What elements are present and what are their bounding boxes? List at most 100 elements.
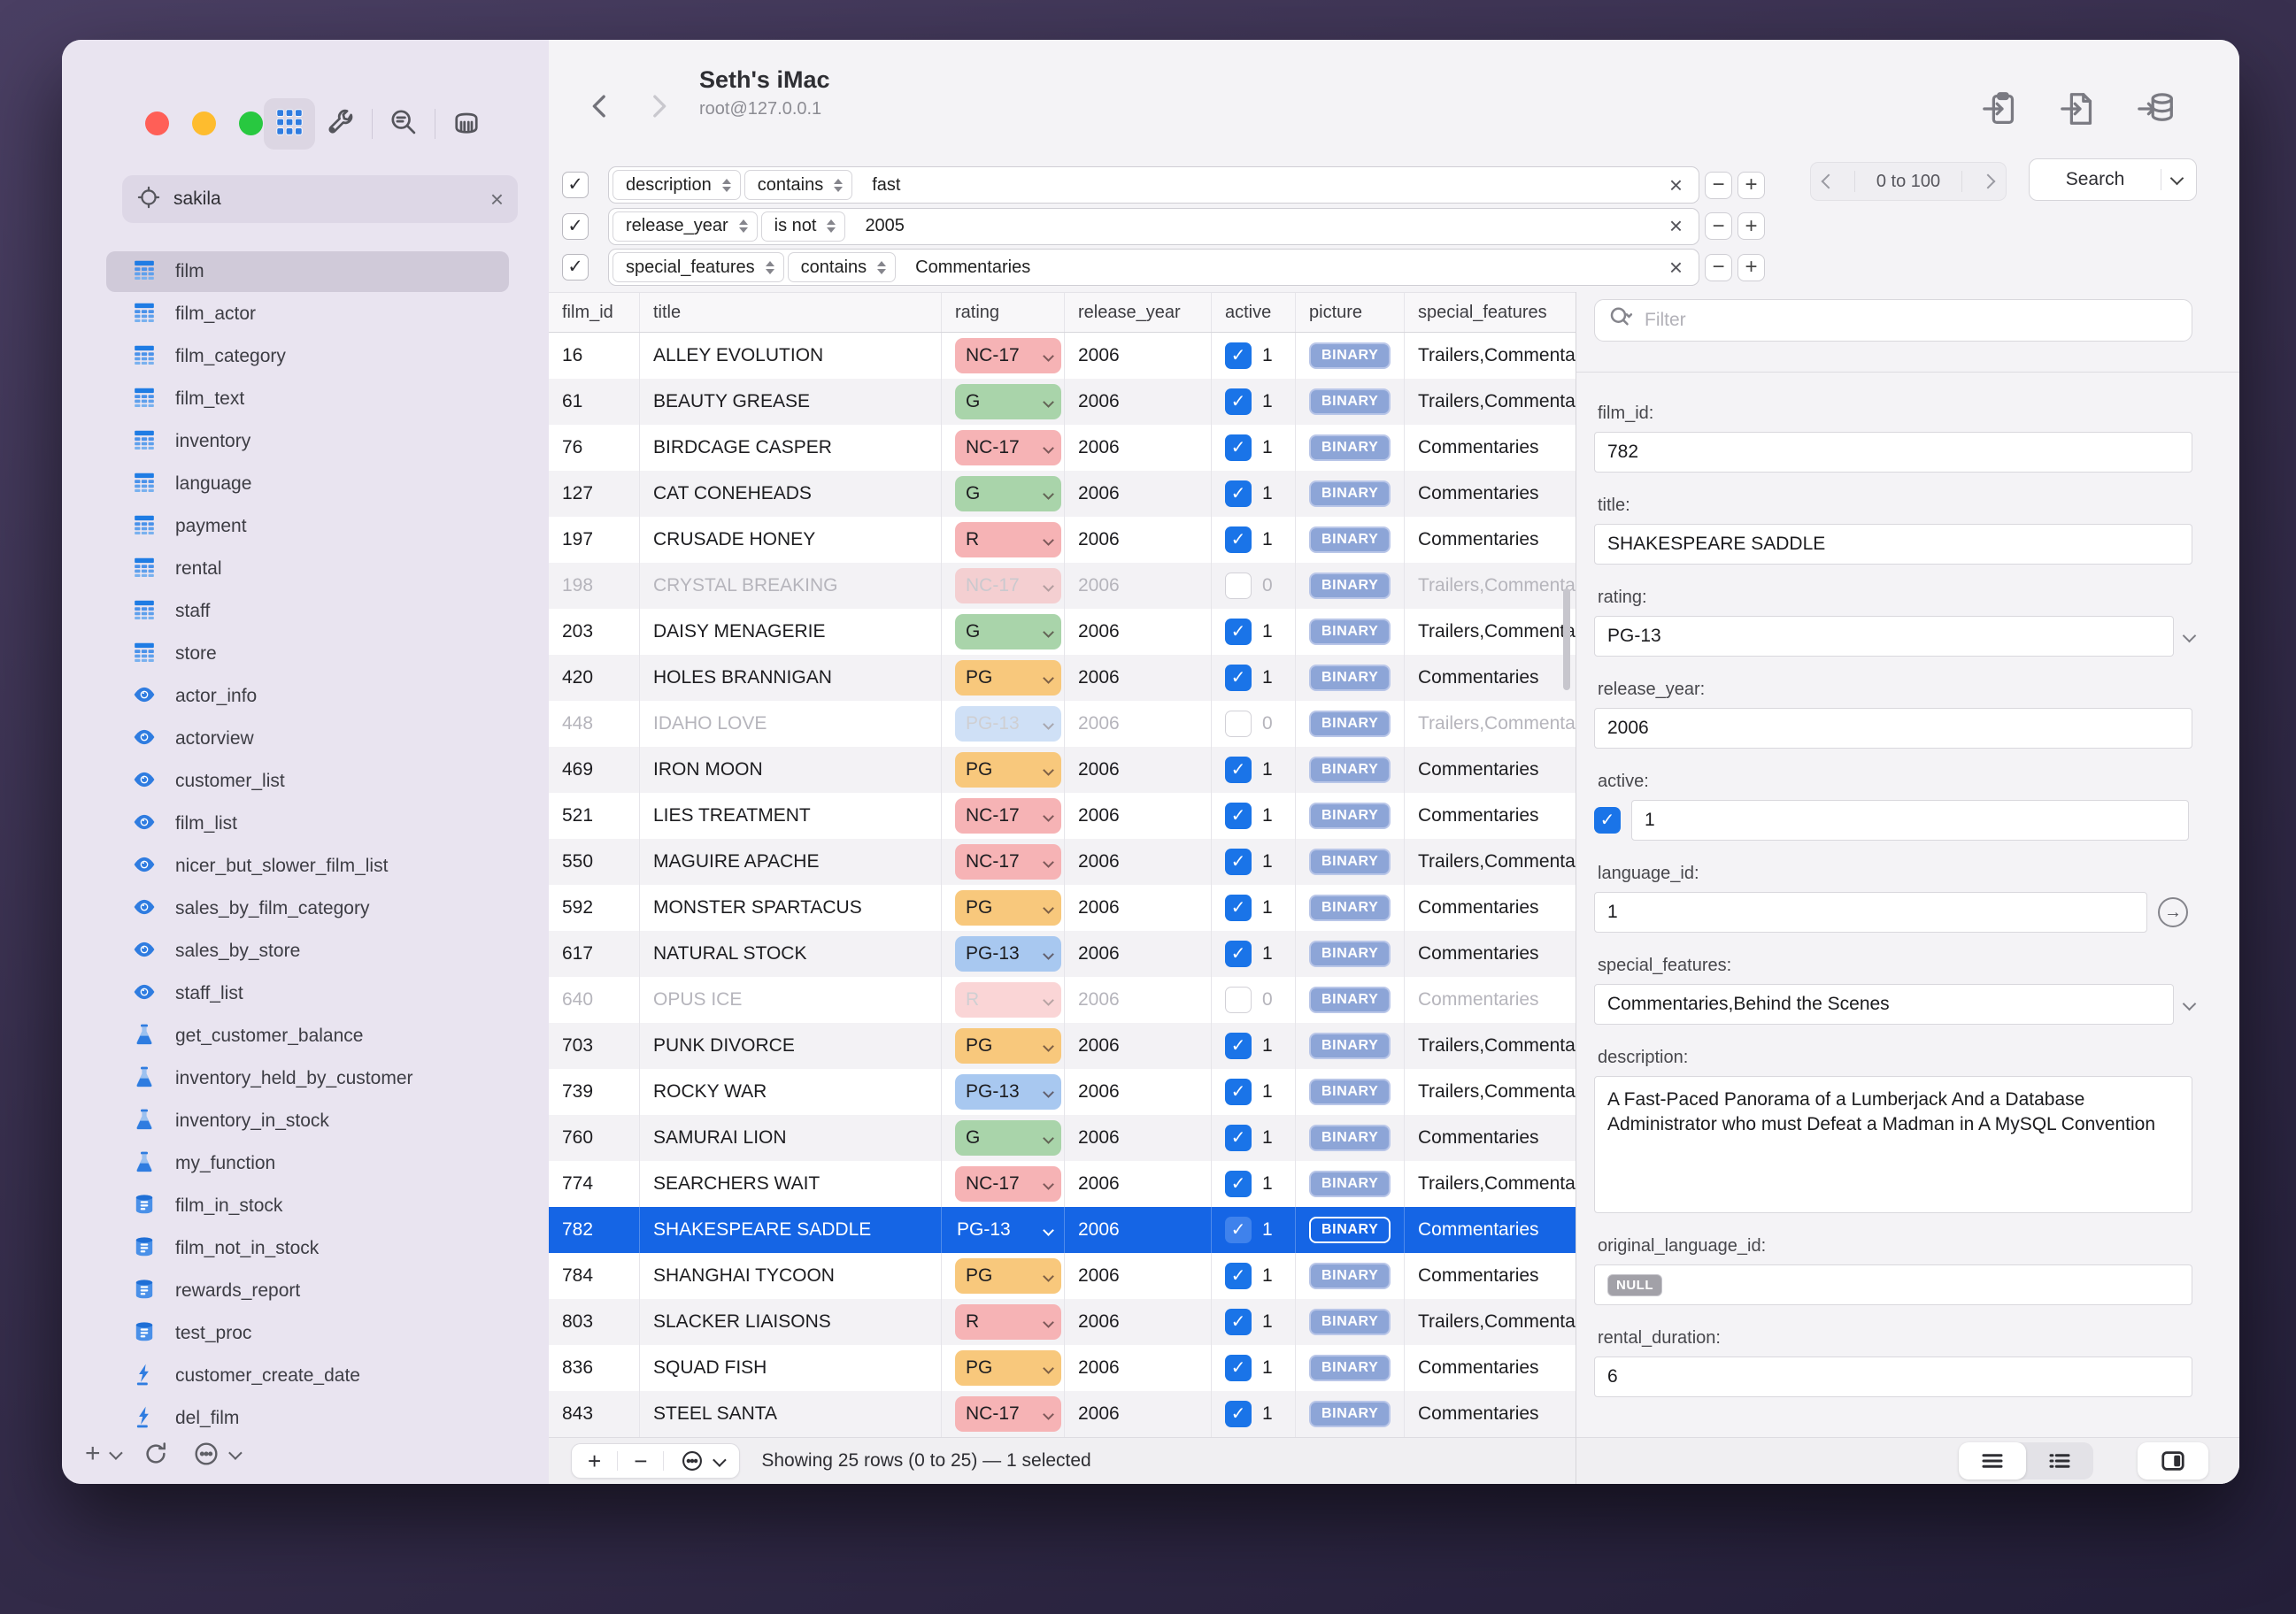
active-checkbox[interactable]: ✓ <box>1225 434 1252 461</box>
rating-dropdown[interactable]: PG-13 <box>955 706 1061 742</box>
active-checkbox[interactable]: ✓ <box>1225 388 1252 415</box>
field-input-description[interactable]: A Fast-Paced Panorama of a Lumberjack An… <box>1594 1076 2192 1213</box>
table-row[interactable]: 843 STEEL SANTA NC-17 2006 ✓ 1 BINARY Commentar… <box>549 1391 1576 1437</box>
field-input-rental-duration[interactable]: 6 <box>1594 1357 2192 1397</box>
add-object-button[interactable]: + <box>85 1439 123 1469</box>
rating-dropdown[interactable]: PG <box>955 890 1061 926</box>
rating-dropdown[interactable]: NC-17 <box>955 1396 1061 1432</box>
sidebar-item-film[interactable]: film <box>62 250 549 293</box>
field-input-original-language-id[interactable]: NULL <box>1594 1264 2192 1305</box>
active-checkbox[interactable]: ✓ <box>1225 1401 1252 1427</box>
table-row[interactable]: 16 ALLEY EVOLUTION NC-17 2006 ✓ 1 BINARY Traile… <box>549 333 1576 379</box>
sidebar-item-my_function[interactable]: my_function <box>62 1142 549 1185</box>
clear-search-icon[interactable]: × <box>490 186 504 213</box>
zoom-button[interactable] <box>239 111 263 135</box>
remove-filter-button[interactable]: − <box>1705 212 1732 240</box>
filter-operator-select[interactable]: contains <box>744 170 853 200</box>
search-mode-button[interactable]: Search <box>2029 158 2197 201</box>
sidebar-item-inventory_held_by_customer[interactable]: inventory_held_by_customer <box>62 1057 549 1100</box>
filter-value-input[interactable]: fast <box>872 175 1669 196</box>
sidebar-item-inventory[interactable]: inventory <box>62 420 549 463</box>
table-row[interactable]: 640 OPUS ICE R 2006 0 BINARY Commentaries <box>549 977 1576 1023</box>
active-checkbox[interactable]: ✓ <box>1225 526 1252 553</box>
sidebar-item-rewards_report[interactable]: rewards_report <box>62 1270 549 1312</box>
table-row[interactable]: 617 NATURAL STOCK PG-13 2006 ✓ 1 BINARY Comment… <box>549 931 1576 977</box>
sidebar-item-language[interactable]: language <box>62 463 549 505</box>
delete-row-button[interactable]: − <box>618 1448 663 1475</box>
filter-value-input[interactable]: Commentaries <box>915 257 1669 278</box>
sidebar-item-actor_info[interactable]: actor_info <box>62 675 549 718</box>
table-row[interactable]: 76 BIRDCAGE CASPER NC-17 2006 ✓ 1 BINARY Commen… <box>549 425 1576 471</box>
column-header-title[interactable]: title <box>640 293 942 332</box>
rating-dropdown[interactable]: NC-17 <box>955 844 1061 880</box>
active-checkbox[interactable]: ✓ <box>1225 1263 1252 1289</box>
refresh-button[interactable] <box>143 1441 169 1467</box>
active-checkbox[interactable]: ✓ <box>1225 665 1252 691</box>
rating-dropdown[interactable]: PG <box>955 1028 1061 1064</box>
table-row[interactable]: 127 CAT CONEHEADS G 2006 ✓ 1 BINARY Commentarie… <box>549 471 1576 517</box>
active-checkbox[interactable]: ✓ <box>1225 849 1252 875</box>
active-checkbox[interactable]: ✓ <box>1225 1309 1252 1335</box>
sidebar-item-staff_list[interactable]: staff_list <box>62 972 549 1015</box>
active-checkbox[interactable]: ✓ <box>1225 1079 1252 1105</box>
rating-dropdown[interactable]: R <box>955 522 1061 557</box>
filter-enabled-checkbox[interactable]: ✓ <box>562 172 589 198</box>
rating-dropdown[interactable]: NC-17 <box>955 1166 1061 1202</box>
rating-dropdown[interactable]: PG <box>955 1350 1061 1386</box>
table-row[interactable]: 521 LIES TREATMENT NC-17 2006 ✓ 1 BINARY Commen… <box>549 793 1576 839</box>
rating-dropdown[interactable]: NC-17 <box>955 430 1061 465</box>
sidebar-search-value[interactable]: sakila <box>173 188 490 210</box>
sidebar-item-sales_by_film_category[interactable]: sales_by_film_category <box>62 888 549 930</box>
table-row[interactable]: 803 SLACKER LIAISONS R 2006 ✓ 1 BINARY Trailers… <box>549 1299 1576 1345</box>
table-row[interactable]: 420 HOLES BRANNIGAN PG 2006 ✓ 1 BINARY Commenta… <box>549 655 1576 701</box>
sidebar-item-inventory_in_stock[interactable]: inventory_in_stock <box>62 1100 549 1142</box>
rating-dropdown[interactable]: R <box>955 1304 1061 1340</box>
column-header-picture[interactable]: picture <box>1296 293 1405 332</box>
rating-dropdown[interactable]: G <box>955 1120 1061 1156</box>
sidebar-item-film_not_in_stock[interactable]: film_not_in_stock <box>62 1227 549 1270</box>
sidebar-item-get_customer_balance[interactable]: get_customer_balance <box>62 1015 549 1057</box>
sidebar-item-film_text[interactable]: film_text <box>62 378 549 420</box>
table-row[interactable]: 760 SAMURAI LION G 2006 ✓ 1 BINARY Commentaries <box>549 1115 1576 1161</box>
sidebar-item-film_in_stock[interactable]: film_in_stock <box>62 1185 549 1227</box>
column-header-active[interactable]: active <box>1212 293 1296 332</box>
rating-dropdown[interactable]: G <box>955 476 1061 511</box>
table-row[interactable]: 703 PUNK DIVORCE PG 2006 ✓ 1 BINARY Trailers,Co… <box>549 1023 1576 1069</box>
sidebar-item-nicer_but_slower_film_list[interactable]: nicer_but_slower_film_list <box>62 845 549 888</box>
table-row[interactable]: 550 MAGUIRE APACHE NC-17 2006 ✓ 1 BINARY Traile… <box>549 839 1576 885</box>
minimize-button[interactable] <box>192 111 216 135</box>
filter-enabled-checkbox[interactable]: ✓ <box>562 212 589 240</box>
active-checkbox[interactable] <box>1225 987 1252 1013</box>
rating-dropdown[interactable]: PG-13 <box>955 936 1061 972</box>
next-page-icon[interactable] <box>1980 173 1996 189</box>
active-checkbox[interactable]: ✓ <box>1225 1125 1252 1151</box>
sidebar-item-film_category[interactable]: film_category <box>62 335 549 378</box>
add-filter-button[interactable]: + <box>1737 171 1765 199</box>
sidebar-item-film_actor[interactable]: film_actor <box>62 293 549 335</box>
close-button[interactable] <box>145 111 169 135</box>
active-checkbox[interactable]: ✓ <box>1225 342 1252 369</box>
field-input-language-id[interactable]: 1 <box>1594 892 2147 933</box>
field-input-film-id[interactable]: 782 <box>1594 432 2192 473</box>
active-checkbox[interactable]: ✓ <box>1225 1217 1252 1243</box>
sidebar-item-staff[interactable]: staff <box>62 590 549 633</box>
active-checkbox[interactable] <box>1225 573 1252 599</box>
filter-operator-select[interactable]: contains <box>787 252 897 282</box>
filter-value-input[interactable]: 2005 <box>865 216 1668 236</box>
filter-operator-select[interactable]: is not <box>760 211 846 242</box>
grid-view-button[interactable] <box>264 98 315 150</box>
active-checkbox[interactable]: ✓ <box>1225 480 1252 507</box>
field-input-special-features[interactable]: Commentaries,Behind the Scenes <box>1594 984 2197 1025</box>
import-database-button[interactable] <box>2137 88 2177 134</box>
active-checkbox[interactable]: ✓ <box>1225 941 1252 967</box>
detail-filter-field[interactable]: Filter <box>1594 299 2192 342</box>
sidebar-item-payment[interactable]: payment <box>62 505 549 548</box>
active-checkbox[interactable]: ✓ <box>1225 1355 1252 1381</box>
query-search-button[interactable] <box>378 98 429 150</box>
more-options-button[interactable] <box>192 1440 243 1468</box>
column-header-rating[interactable]: rating <box>942 293 1065 332</box>
rating-dropdown[interactable]: PG <box>955 1258 1061 1294</box>
rating-dropdown[interactable]: G <box>955 614 1061 649</box>
toggle-sidebar-button[interactable] <box>2138 1442 2208 1480</box>
back-button[interactable] <box>582 88 618 124</box>
